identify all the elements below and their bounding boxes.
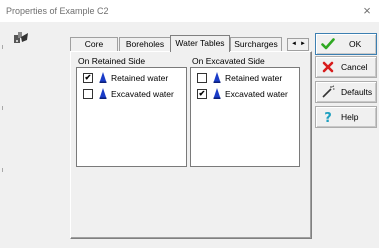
retained-side-list: ✔ Retained water Excavated water [76,67,187,167]
item-label: Excavated water [111,89,174,99]
defaults-label: Defaults [341,87,373,97]
defaults-button[interactable]: Defaults [315,81,377,103]
retained-side-title: On Retained Side [78,56,146,66]
tab-strip: Core Boreholes Water Tables Surcharges [70,35,310,52]
check-icon [321,38,335,50]
tab-label: Surcharges [234,39,278,49]
wand-icon [322,85,335,98]
excavated-side-list: Retained water ✔ Excavated water [190,67,300,167]
svg-text:?: ? [324,111,332,124]
ok-label: OK [349,39,362,49]
checkbox-checked[interactable]: ✔ [83,73,93,83]
ok-button[interactable]: OK [315,33,377,55]
edge-tick [2,168,3,172]
tab-surcharges[interactable]: Surcharges [230,37,282,51]
checkbox-unchecked[interactable] [197,73,207,83]
tab-core[interactable]: Core [70,37,118,51]
retained-side-item-retained-water[interactable]: ✔ Retained water [83,72,203,84]
water-drop-icon [99,88,107,99]
question-icon: ? [324,111,332,124]
checkbox-unchecked[interactable] [83,89,93,99]
item-label: Retained water [225,73,283,83]
tab-label: Boreholes [125,39,165,49]
tab-scroll-right-icon[interactable]: ► [300,40,306,49]
water-drop-icon [213,88,221,99]
item-label: Retained water [111,73,169,83]
excavated-side-item-excavated-water[interactable]: ✔ Excavated water [197,88,317,100]
properties-icon [14,32,28,43]
edge-tick [2,45,3,49]
water-drop-icon [213,72,221,83]
cancel-button[interactable]: Cancel [315,56,377,78]
tab-scroll-control[interactable]: ◄ ► [287,38,309,51]
water-drop-icon [99,72,107,83]
title-bar: Properties of Example C2 × [0,0,379,22]
retained-side-item-excavated-water[interactable]: Excavated water [83,88,203,100]
edge-tick [2,106,3,110]
cancel-label: Cancel [341,62,368,72]
tab-label: Core [84,39,104,49]
item-label: Excavated water [225,89,288,99]
excavated-side-title: On Excavated Side [192,56,265,66]
tab-boreholes[interactable]: Boreholes [119,37,171,51]
window-title: Properties of Example C2 [6,6,109,16]
checkbox-checked[interactable]: ✔ [197,89,207,99]
help-label: Help [341,112,359,122]
close-button[interactable]: × [357,2,377,20]
excavated-side-item-retained-water[interactable]: Retained water [197,72,317,84]
tab-label: Water Tables [175,38,225,48]
tab-water-tables[interactable]: Water Tables [170,35,230,52]
x-icon [322,61,334,73]
help-button[interactable]: ? Help [315,106,377,128]
tab-scroll-left-icon[interactable]: ◄ [291,40,297,49]
